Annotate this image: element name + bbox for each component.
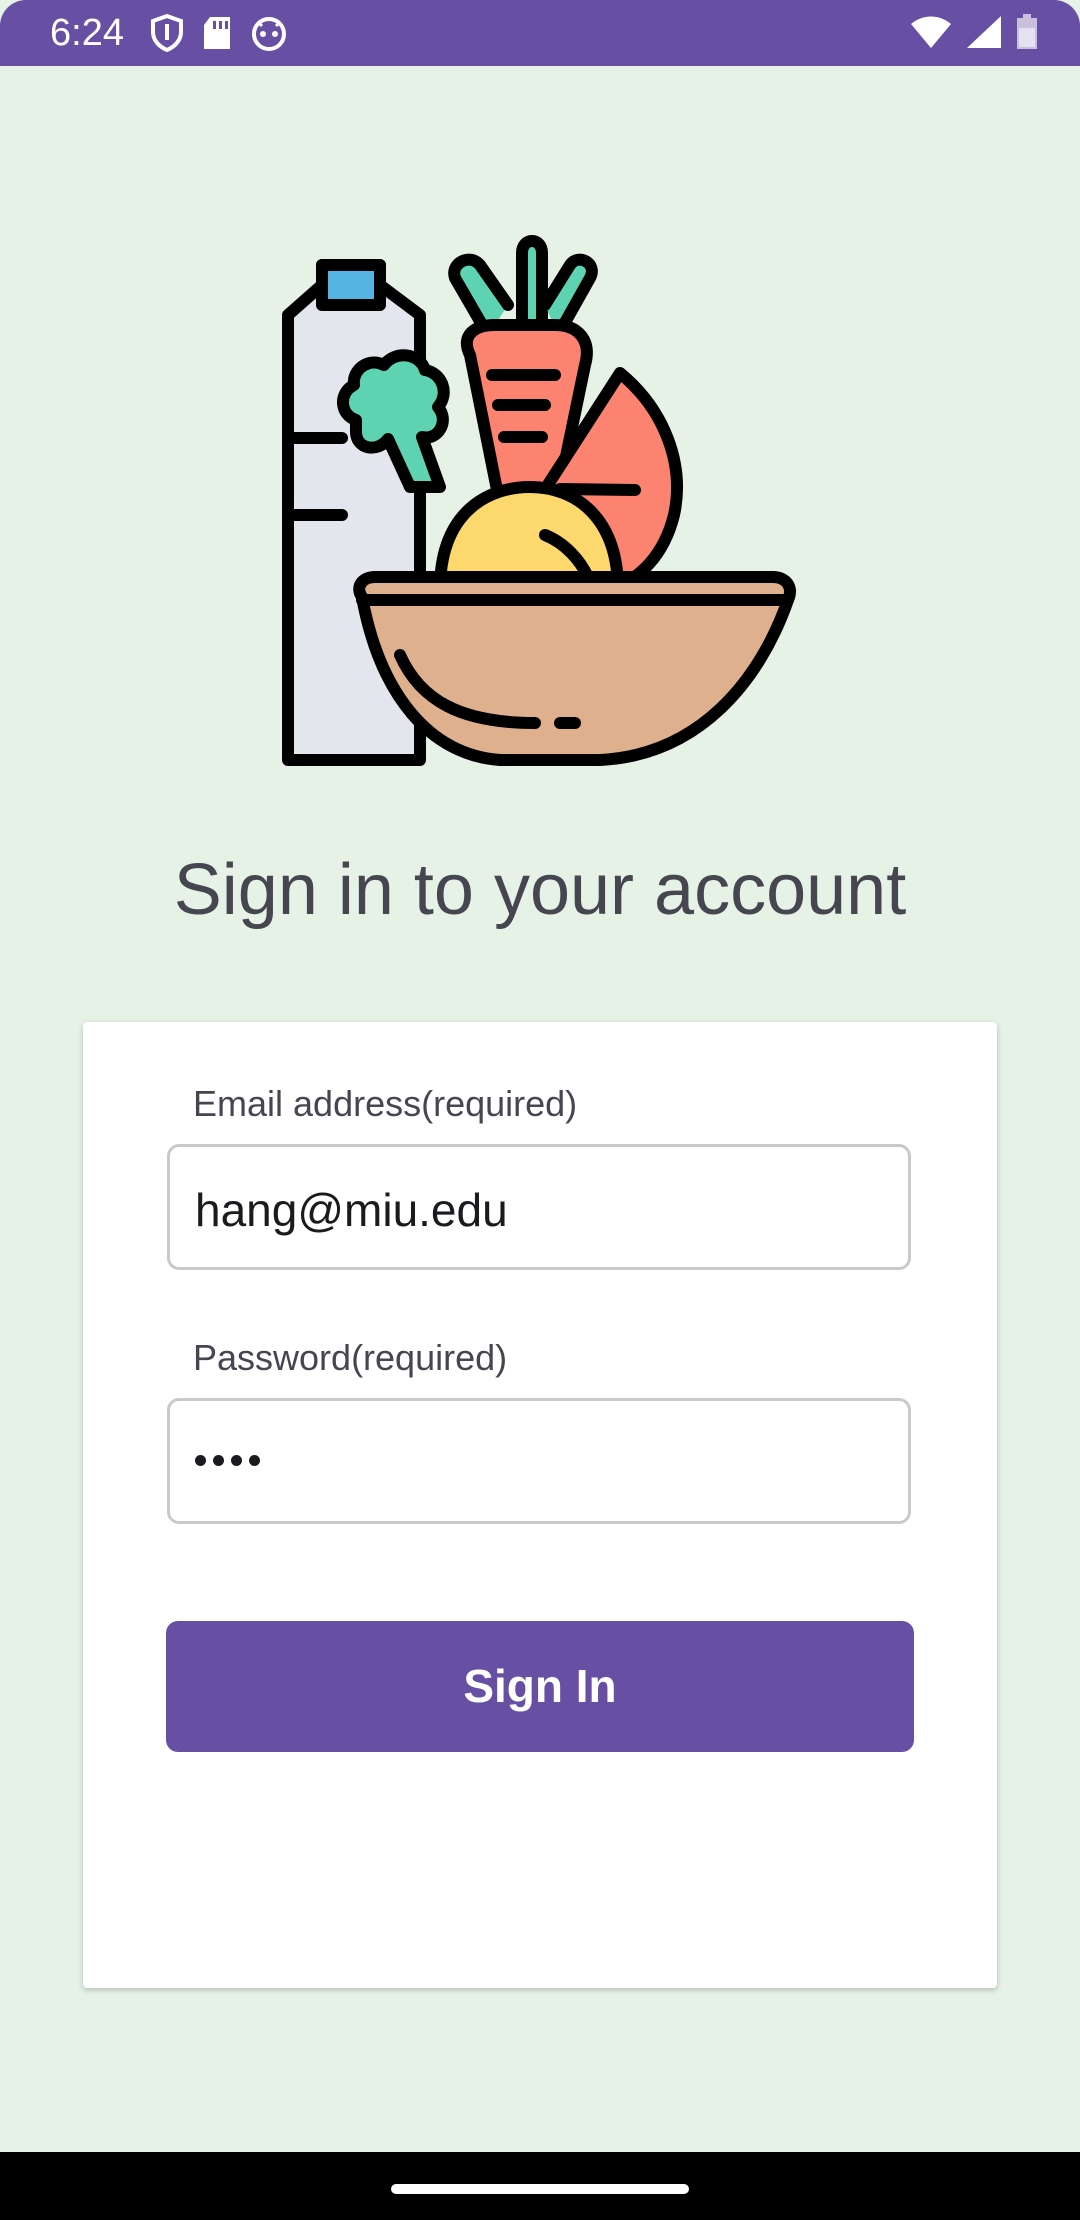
shield-icon <box>150 14 184 52</box>
wifi-icon <box>910 15 952 49</box>
page-title: Sign in to your account <box>173 850 907 930</box>
password-label: Password(required) <box>193 1337 508 1378</box>
password-dots <box>195 1455 260 1466</box>
status-icons-right <box>910 14 1038 50</box>
home-gesture-handle[interactable] <box>391 2184 689 2194</box>
android-face-icon <box>250 14 288 52</box>
sign-in-card: Email address(required) hang@miu.edu Pas… <box>83 1022 997 1988</box>
email-value: hang@miu.edu <box>195 1184 508 1236</box>
status-time: 6:24 <box>50 12 124 54</box>
email-label: Email address(required) <box>193 1083 578 1124</box>
grocery-basket-icon <box>260 225 820 785</box>
battery-icon <box>1016 14 1038 50</box>
password-dot <box>213 1455 224 1466</box>
email-field[interactable]: hang@miu.edu <box>167 1144 911 1270</box>
password-field[interactable] <box>167 1398 911 1524</box>
sd-card-icon <box>202 15 232 51</box>
password-dot <box>249 1455 260 1466</box>
password-dot <box>195 1455 206 1466</box>
signal-icon <box>966 15 1002 49</box>
status-bar: 6:24 <box>0 0 1080 66</box>
sign-in-button[interactable]: Sign In <box>166 1621 914 1752</box>
password-dot <box>231 1455 242 1466</box>
navigation-bar <box>0 2152 1080 2220</box>
status-icons-left <box>150 14 288 52</box>
